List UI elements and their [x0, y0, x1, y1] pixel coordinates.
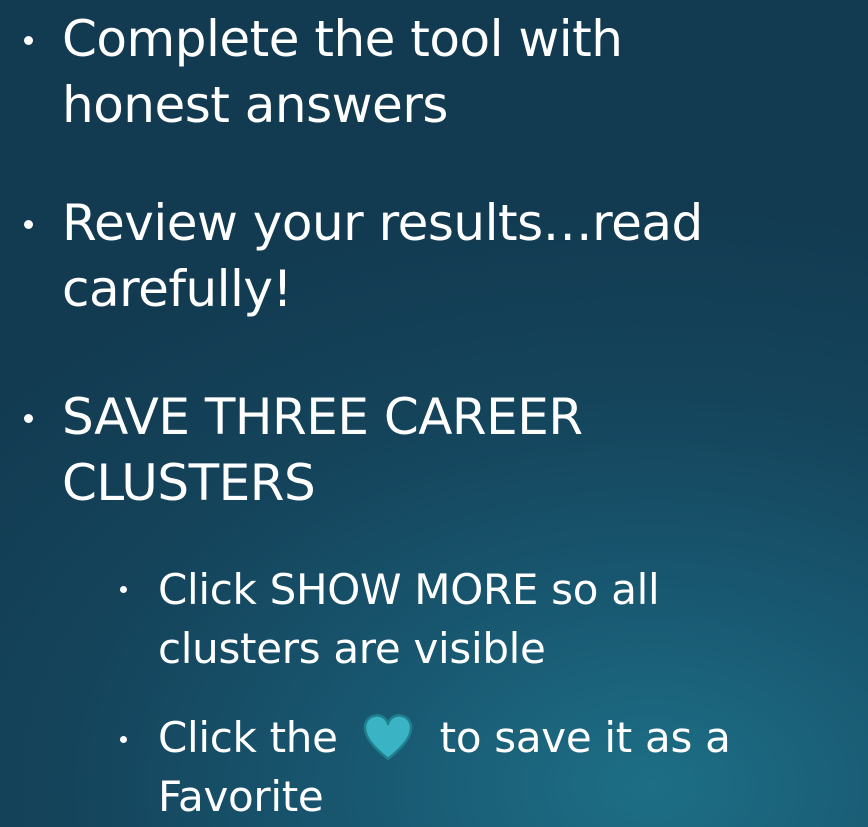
bullet-text-line: clusters are visible	[158, 624, 546, 673]
sub-bullet-dot	[120, 586, 127, 593]
bullet-text-line: Review your results…read	[62, 194, 703, 252]
sub-bullet-show-more: Click SHOW MORE so all clusters are visi…	[158, 560, 660, 678]
bullet-text-line: SAVE THREE CAREER	[62, 388, 583, 446]
bullet-dot	[24, 414, 33, 423]
bullet-review-results: Review your results…read carefully!	[62, 190, 703, 322]
bullet-text-line: Complete the tool with	[62, 10, 623, 68]
bullet-text-line: Favorite	[158, 772, 324, 821]
sub-bullet-save-favorite: Click the to save it as a Favorite	[158, 708, 731, 826]
bullet-text-before-icon: Click the	[158, 713, 338, 762]
bullet-text-line: honest answers	[62, 76, 448, 134]
slide: Complete the tool with honest answers Re…	[0, 0, 868, 827]
bullet-text-line: carefully!	[62, 260, 293, 318]
bullet-text-line: Click the to save it as a	[158, 708, 731, 767]
bullet-text-line: Click SHOW MORE so all	[158, 565, 660, 614]
bullet-dot	[24, 36, 33, 45]
sub-bullet-dot	[120, 736, 127, 743]
bullet-save-clusters: SAVE THREE CAREER CLUSTERS	[62, 384, 583, 516]
bullet-dot	[24, 220, 33, 229]
bullet-complete-tool: Complete the tool with honest answers	[62, 6, 623, 138]
bullet-text-line: CLUSTERS	[62, 454, 316, 512]
bullet-text-after-icon: to save it as a	[439, 713, 731, 762]
heart-icon	[362, 712, 414, 762]
